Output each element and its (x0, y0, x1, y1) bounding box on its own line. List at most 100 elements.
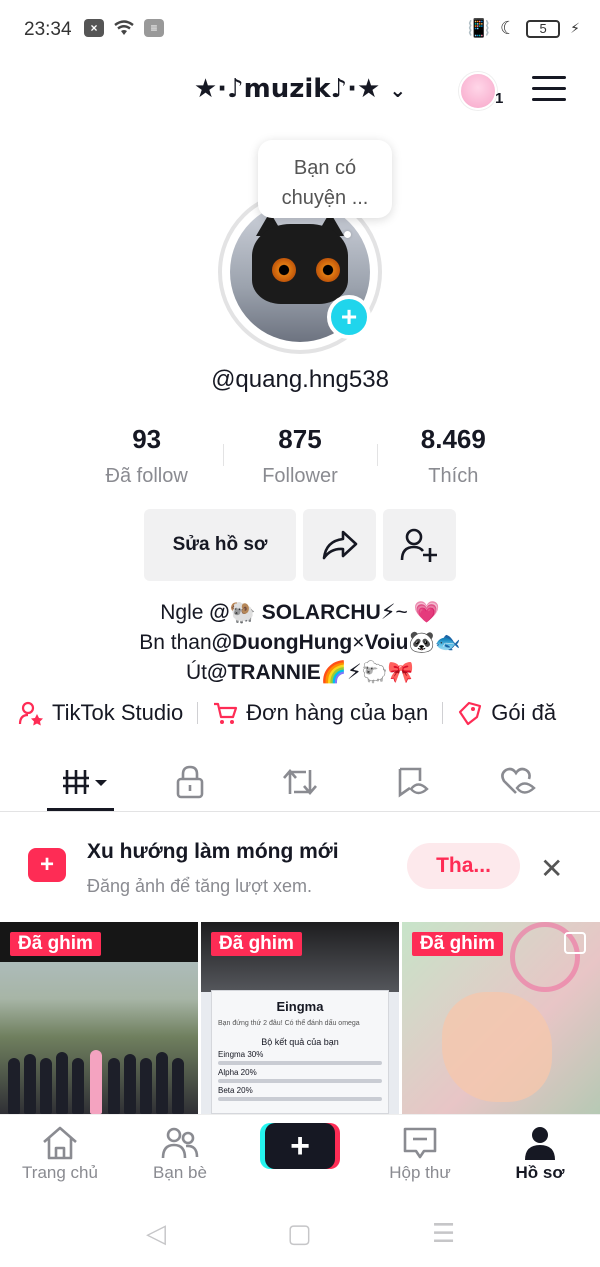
banner-subtitle: Đăng ảnh để tăng lượt xem. (87, 876, 312, 896)
tab-liked[interactable] (498, 762, 538, 802)
menu-icon[interactable] (532, 76, 566, 104)
join-trend-button[interactable]: Tha... (407, 843, 520, 889)
layers-icon: ≡ (144, 19, 164, 37)
stat-label: Thích (428, 465, 479, 487)
charging-icon: ⚡ (570, 20, 580, 36)
stat-value: 93 (132, 424, 162, 454)
link-label: TikTok Studio (52, 700, 184, 725)
hand-photo (442, 992, 552, 1102)
tab-favorites[interactable] (392, 762, 432, 802)
gift-icon (459, 701, 482, 726)
share-icon (322, 530, 357, 560)
grid-icon (63, 770, 107, 794)
tab-reposts[interactable] (280, 762, 320, 802)
pinned-badge: Đã ghim (412, 932, 503, 956)
nav-inbox[interactable]: Hộp thư (370, 1123, 470, 1183)
note-line-1: Bạn có (293, 157, 357, 179)
home-button-icon[interactable]: ▢ (287, 1218, 312, 1249)
pinned-badge: Đã ghim (211, 932, 302, 956)
tab-videos[interactable] (60, 762, 110, 802)
orders-link[interactable]: Đơn hàng của bạn (212, 700, 428, 726)
profile-icon (525, 1127, 555, 1160)
bio-line: Út@TRANNIE🌈⚡🐑🎀 (186, 661, 414, 684)
quick-links: TikTok Studio Đơn hàng của bạn Gói đă (18, 700, 556, 726)
cart-icon (214, 702, 238, 724)
add-friend-button[interactable] (383, 509, 456, 581)
divider (377, 444, 378, 466)
close-icon[interactable]: ✕ (540, 852, 563, 885)
battery-indicator: 5 (526, 19, 561, 38)
link-label: Gói đă (491, 700, 557, 725)
friends-icon (161, 1127, 199, 1159)
home-icon (43, 1126, 77, 1160)
notification-count: 1 (495, 90, 504, 107)
stat-label: Đã follow (105, 465, 188, 487)
video-thumbnail[interactable]: Đã ghim (0, 922, 198, 1114)
pinned-badge: Đã ghim (10, 932, 101, 956)
select-checkbox[interactable] (564, 932, 586, 954)
nav-label: Trang chủ (22, 1163, 98, 1182)
stat-label: Follower (262, 465, 338, 487)
username: @quang.hng538 (211, 366, 389, 393)
nav-label: Hộp thư (389, 1163, 451, 1182)
stat-following[interactable]: 93 Đã follow (70, 424, 223, 488)
status-icons-right: 📳 ☾ 5 ⚡ (468, 18, 580, 39)
note-line-2: chuyện ... (281, 187, 369, 209)
trend-banner: + Xu hướng làm móng mới Đăng ảnh để tăng… (0, 818, 600, 918)
stat-followers[interactable]: 875 Follower (223, 424, 376, 488)
video-thumbnail[interactable]: Đã ghim (402, 922, 600, 1114)
status-bar: 23:34 × ≡ 📳 ☾ 5 ⚡ (0, 0, 600, 60)
back-icon[interactable]: ◁ (146, 1218, 166, 1249)
nav-home[interactable]: Trang chủ (10, 1123, 110, 1183)
bio-line: Bn than@DuongHung×Voiu🐼🐟 (139, 631, 461, 654)
person-star-icon (18, 701, 43, 726)
nav-friends[interactable]: Bạn bè (130, 1123, 230, 1183)
stat-value: 8.469 (420, 424, 486, 454)
bottom-nav: Trang chủ Bạn bè + Hộp thư Hồ sơ (0, 1114, 600, 1200)
add-story-button[interactable]: + (327, 295, 371, 339)
add-post-icon: + (28, 848, 66, 882)
group-photo (0, 1018, 198, 1114)
tiktok-studio-link[interactable]: TikTok Studio (18, 700, 183, 726)
banner-title: Xu hướng làm móng mới (87, 840, 339, 863)
quiz-result-card: Eingma Bạn đứng thứ 2 đâu! Có thể đánh d… (211, 990, 389, 1114)
heart-eye-icon (501, 767, 536, 794)
nav-profile[interactable]: Hồ sơ (490, 1123, 590, 1183)
notification-icon: × (84, 19, 104, 37)
stat-likes[interactable]: 8.469 Thích (377, 424, 530, 488)
content-tabs (0, 756, 600, 812)
add-user-icon (400, 528, 437, 562)
status-time: 23:34 (24, 19, 72, 40)
header-avatar[interactable] (459, 72, 497, 110)
stats-row: 93 Đã follow 875 Follower 8.469 Thích (70, 424, 530, 488)
bubble-dot (344, 231, 351, 238)
share-profile-button[interactable] (303, 509, 376, 581)
account-switcher[interactable]: ★·♪muzik♪·★ ⌄ (0, 74, 600, 104)
link-label: Đơn hàng của bạn (246, 700, 429, 725)
system-nav-bar: ◁ ▢ ☰ (0, 1200, 600, 1267)
note-bubble[interactable]: Bạn có chuyện ... (258, 140, 392, 218)
create-button[interactable]: + (265, 1123, 335, 1169)
profile-title: ★·♪muzik♪·★ (193, 74, 381, 104)
chevron-down-icon: ⌄ (389, 78, 407, 102)
moon-icon: ☾ (500, 18, 517, 38)
edit-profile-button[interactable]: Sửa hồ sơ (144, 509, 296, 581)
inbox-icon (403, 1127, 437, 1159)
vibrate-icon: 📳 (467, 18, 491, 38)
tab-private[interactable] (170, 762, 210, 802)
mention[interactable]: @DuongHung (212, 631, 353, 654)
video-thumbnail[interactable]: Eingma Bạn đứng thứ 2 đâu! Có thể đánh d… (201, 922, 399, 1114)
stat-value: 875 (278, 424, 322, 454)
repost-icon (283, 769, 317, 795)
divider (223, 444, 224, 466)
bio: Ngle @🐏 SOLARCHU⚡~ 💗 Bn than@DuongHung×V… (0, 598, 600, 688)
nav-label: Bạn bè (153, 1163, 207, 1182)
bookmark-eye-icon (398, 767, 429, 798)
subscription-link[interactable]: Gói đă (457, 700, 556, 726)
wifi-icon (114, 20, 134, 35)
recents-icon[interactable]: ☰ (432, 1218, 455, 1249)
nav-label: Hồ sơ (515, 1163, 565, 1182)
mention[interactable]: @TRANNIE (207, 661, 321, 684)
lock-icon (176, 765, 204, 799)
mention[interactable]: @🐏 SOLARCHU (209, 601, 380, 624)
